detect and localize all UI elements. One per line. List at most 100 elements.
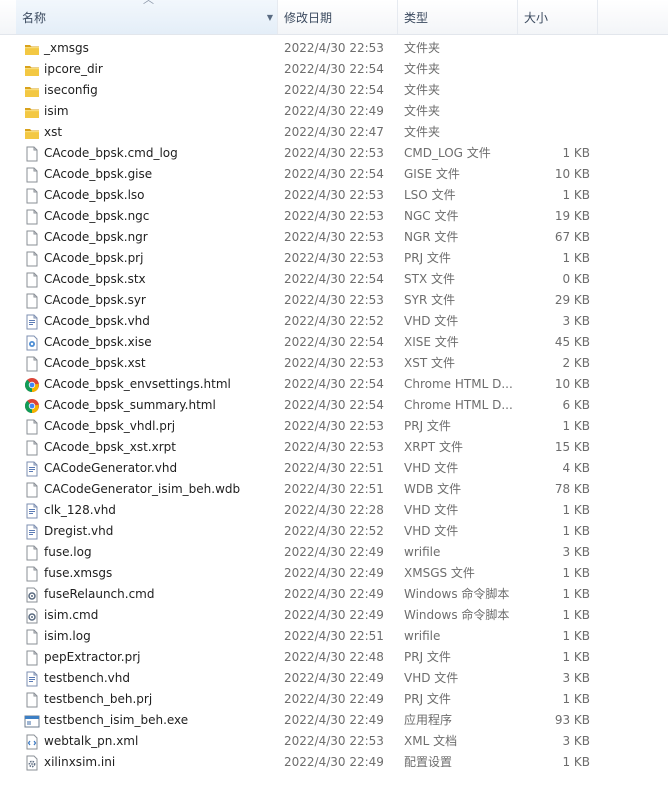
file-row[interactable]: CAcode_bpsk_envsettings.html 2022/4/30 22…	[0, 374, 668, 395]
file-size: 45 KB	[554, 335, 590, 349]
column-header-type[interactable]: 类型	[398, 0, 518, 34]
file-row[interactable]: pepExtractor.prj 2022/4/30 22:48 PRJ 文件 1 K…	[0, 647, 668, 668]
file-row[interactable]: CAcode_bpsk.xst 2022/4/30 22:53 XST 文件 2 KB	[0, 353, 668, 374]
file-name: CAcode_bpsk_summary.html	[44, 398, 216, 412]
file-name: CAcode_bpsk.cmd_log	[44, 146, 178, 160]
column-header-date[interactable]: 修改日期	[278, 0, 398, 34]
file-icon	[24, 629, 40, 645]
file-row[interactable]: iseconfig 2022/4/30 22:54 文件夹	[0, 80, 668, 101]
file-type: 配置设置	[404, 755, 453, 769]
file-size: 10 KB	[554, 377, 590, 391]
file-size: 1 KB	[562, 524, 590, 538]
file-row[interactable]: isim.log 2022/4/30 22:51 wrifile 1 KB	[0, 626, 668, 647]
file-modified-date: 2022/4/30 22:53	[284, 41, 384, 55]
file-row[interactable]: CAcode_bpsk.ngc 2022/4/30 22:53 NGC 文件 19 K…	[0, 206, 668, 227]
file-type: Windows 命令脚本	[404, 608, 510, 622]
file-row[interactable]: CAcode_bpsk.vhd 2022/4/30 22:52 VHD 文件 3 KB	[0, 311, 668, 332]
file-row[interactable]: CAcode_bpsk.prj 2022/4/30 22:53 PRJ 文件 1 KB	[0, 248, 668, 269]
file-row[interactable]: CAcode_bpsk_xst.xrpt 2022/4/30 22:53 XRPT …	[0, 437, 668, 458]
file-row[interactable]: xst 2022/4/30 22:47 文件夹	[0, 122, 668, 143]
file-name: CACodeGenerator_isim_beh.wdb	[44, 482, 241, 496]
vhd-file-icon	[24, 671, 40, 687]
file-row[interactable]: fuse.xmsgs 2022/4/30 22:49 XMSGS 文件 1 KB	[0, 563, 668, 584]
file-size: 1 KB	[562, 503, 590, 517]
file-row[interactable]: CAcode_bpsk_summary.html 2022/4/30 22:54 C…	[0, 395, 668, 416]
file-row[interactable]: fuseRelaunch.cmd 2022/4/30 22:49 Windows 命…	[0, 584, 668, 605]
file-row[interactable]: xilinxsim.ini 2022/4/30 22:49 配置设置 1 KB	[0, 752, 668, 773]
file-row[interactable]: CAcode_bpsk.lso 2022/4/30 22:53 LSO 文件 1 KB	[0, 185, 668, 206]
file-size: 2 KB	[562, 356, 590, 370]
file-name: CAcode_bpsk.vhd	[44, 314, 150, 328]
file-icon	[24, 272, 40, 288]
file-icon	[24, 566, 40, 582]
file-row[interactable]: CAcode_bpsk.stx 2022/4/30 22:54 STX 文件 0 KB	[0, 269, 668, 290]
file-name: isim	[44, 104, 69, 118]
file-type: VHD 文件	[404, 671, 459, 685]
file-type: 文件夹	[404, 83, 441, 97]
chrome-icon	[24, 398, 40, 414]
file-modified-date: 2022/4/30 22:54	[284, 62, 384, 76]
file-type: VHD 文件	[404, 461, 459, 475]
file-modified-date: 2022/4/30 22:28	[284, 503, 384, 517]
file-modified-date: 2022/4/30 22:53	[284, 188, 384, 202]
file-row[interactable]: CAcode_bpsk.cmd_log 2022/4/30 22:53 CMD_LO…	[0, 143, 668, 164]
file-type: WDB 文件	[404, 482, 462, 496]
file-row[interactable]: CAcode_bpsk.syr 2022/4/30 22:53 SYR 文件 29 K…	[0, 290, 668, 311]
file-modified-date: 2022/4/30 22:49	[284, 566, 384, 580]
file-name: webtalk_pn.xml	[44, 734, 139, 748]
file-size: 4 KB	[562, 461, 590, 475]
file-size: 3 KB	[562, 734, 590, 748]
file-size	[518, 38, 590, 59]
file-modified-date: 2022/4/30 22:53	[284, 419, 384, 433]
file-modified-date: 2022/4/30 22:49	[284, 104, 384, 118]
file-row[interactable]: testbench.vhd 2022/4/30 22:49 VHD 文件 3 KB	[0, 668, 668, 689]
file-size: 78 KB	[554, 482, 590, 496]
file-size: 10 KB	[554, 167, 590, 181]
file-modified-date: 2022/4/30 22:53	[284, 251, 384, 265]
column-header-size[interactable]: 大小	[518, 0, 598, 34]
file-size: 29 KB	[554, 293, 590, 307]
file-list: _xmsgs 2022/4/30 22:53 文件夹 ipcore_dir 2022/4…	[0, 38, 668, 773]
file-row[interactable]: clk_128.vhd 2022/4/30 22:28 VHD 文件 1 KB	[0, 500, 668, 521]
chevron-down-icon[interactable]: ▼	[267, 0, 273, 36]
file-icon	[24, 482, 40, 498]
file-row[interactable]: _xmsgs 2022/4/30 22:53 文件夹	[0, 38, 668, 59]
file-modified-date: 2022/4/30 22:49	[284, 671, 384, 685]
file-type: VHD 文件	[404, 314, 459, 328]
file-name: CACodeGenerator.vhd	[44, 461, 178, 475]
file-name: clk_128.vhd	[44, 503, 116, 517]
file-size	[518, 59, 590, 80]
file-modified-date: 2022/4/30 22:48	[284, 650, 384, 664]
file-row[interactable]: CAcode_bpsk_vhdl.prj 2022/4/30 22:53 PRJ 文…	[0, 416, 668, 437]
file-modified-date: 2022/4/30 22:49	[284, 608, 384, 622]
file-row[interactable]: CACodeGenerator.vhd 2022/4/30 22:51 VHD 文件…	[0, 458, 668, 479]
file-modified-date: 2022/4/30 22:53	[284, 230, 384, 244]
file-type: wrifile	[404, 545, 441, 559]
file-row[interactable]: ipcore_dir 2022/4/30 22:54 文件夹	[0, 59, 668, 80]
vhd-file-icon	[24, 524, 40, 540]
file-row[interactable]: testbench_beh.prj 2022/4/30 22:49 PRJ 文件 1 …	[0, 689, 668, 710]
file-name: CAcode_bpsk.xise	[44, 335, 152, 349]
column-header-name[interactable]: 名称 ︿ ▼	[16, 0, 278, 34]
file-row[interactable]: fuse.log 2022/4/30 22:49 wrifile 3 KB	[0, 542, 668, 563]
file-size: 3 KB	[562, 314, 590, 328]
file-size: 15 KB	[554, 440, 590, 454]
file-name: CAcode_bpsk_vhdl.prj	[44, 419, 176, 433]
file-type: Chrome HTML D...	[404, 398, 513, 412]
file-icon	[24, 440, 40, 456]
file-row[interactable]: CAcode_bpsk.ngr 2022/4/30 22:53 NGR 文件 67 K…	[0, 227, 668, 248]
file-modified-date: 2022/4/30 22:53	[284, 440, 384, 454]
file-modified-date: 2022/4/30 22:54	[284, 335, 384, 349]
file-name: testbench_isim_beh.exe	[44, 713, 189, 727]
file-row[interactable]: isim 2022/4/30 22:49 文件夹	[0, 101, 668, 122]
file-row[interactable]: CACodeGenerator_isim_beh.wdb 2022/4/30 22…	[0, 479, 668, 500]
file-row[interactable]: Dregist.vhd 2022/4/30 22:52 VHD 文件 1 KB	[0, 521, 668, 542]
file-row[interactable]: CAcode_bpsk.gise 2022/4/30 22:54 GISE 文件 10…	[0, 164, 668, 185]
file-row[interactable]: isim.cmd 2022/4/30 22:49 Windows 命令脚本 1 KB	[0, 605, 668, 626]
file-row[interactable]: webtalk_pn.xml 2022/4/30 22:53 XML 文档 3 KB	[0, 731, 668, 752]
file-modified-date: 2022/4/30 22:53	[284, 734, 384, 748]
file-row[interactable]: CAcode_bpsk.xise 2022/4/30 22:54 XISE 文件 45…	[0, 332, 668, 353]
file-row[interactable]: testbench_isim_beh.exe 2022/4/30 22:49 应用程…	[0, 710, 668, 731]
column-header-date-label: 修改日期	[284, 11, 333, 25]
file-modified-date: 2022/4/30 22:47	[284, 125, 384, 139]
